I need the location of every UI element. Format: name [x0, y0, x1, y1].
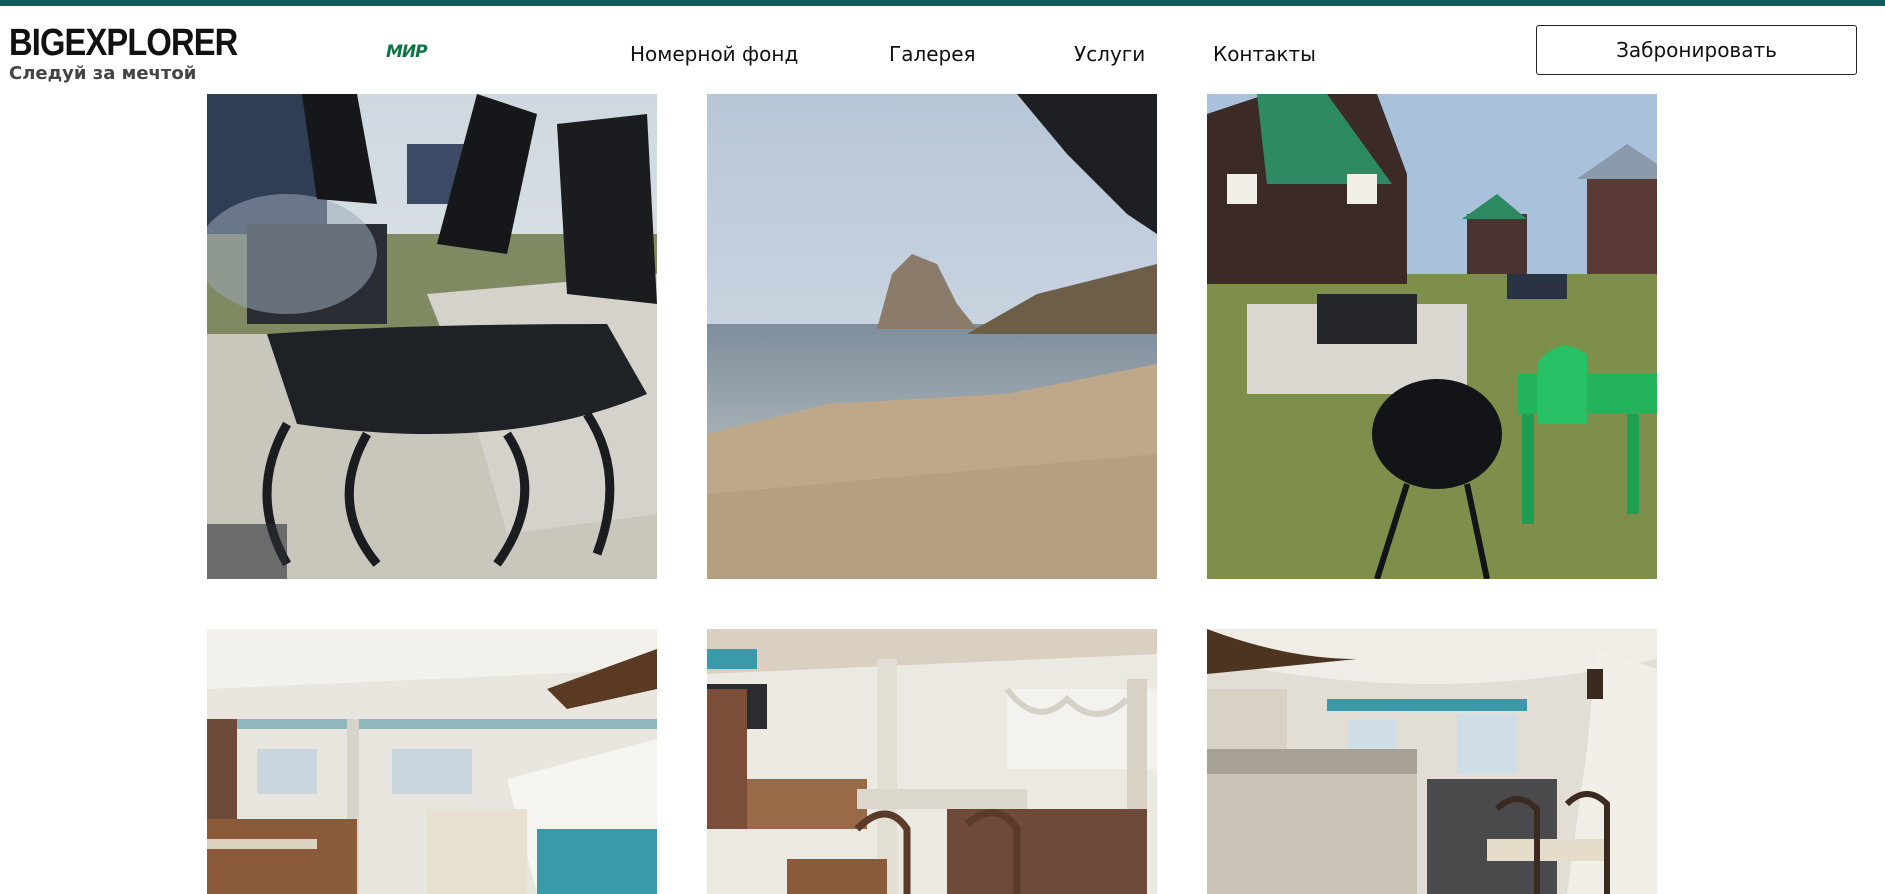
- logo-title: BIGEXPLORER: [9, 22, 238, 64]
- nav-contacts[interactable]: Контакты: [1213, 42, 1316, 66]
- grill-ship-image: [207, 94, 657, 579]
- nav-rooms[interactable]: Номерной фонд: [630, 42, 798, 66]
- gallery-photo-dining-3[interactable]: [1207, 629, 1657, 894]
- logo-subtitle: Следуй за мечтой: [9, 63, 197, 84]
- nav-gallery[interactable]: Галерея: [889, 42, 976, 66]
- gallery-photo-yard[interactable]: [1207, 94, 1657, 579]
- dining-hall-image-2: [707, 629, 1157, 894]
- dining-hall-image-3: [1207, 629, 1657, 894]
- gallery-photo-dining-1[interactable]: [207, 629, 657, 894]
- logo[interactable]: BIGEXPLORER Следуй за мечтой: [9, 23, 275, 84]
- mir-payment-logo: МИР: [386, 42, 428, 62]
- gallery-photo-grill-ship[interactable]: [207, 94, 657, 579]
- dining-hall-image-1: [207, 629, 657, 894]
- yard-grills-image: [1207, 94, 1657, 579]
- mir-payment-text: МИР: [386, 42, 428, 62]
- book-button[interactable]: Забронировать: [1536, 25, 1857, 75]
- site-header: BIGEXPLORER Следуй за мечтой МИР Номерно…: [0, 6, 1885, 92]
- lake-beach-image: [707, 94, 1157, 579]
- nav-services[interactable]: Услуги: [1074, 42, 1145, 66]
- gallery-photo-dining-2[interactable]: [707, 629, 1157, 894]
- gallery-photo-lake-beach[interactable]: [707, 94, 1157, 579]
